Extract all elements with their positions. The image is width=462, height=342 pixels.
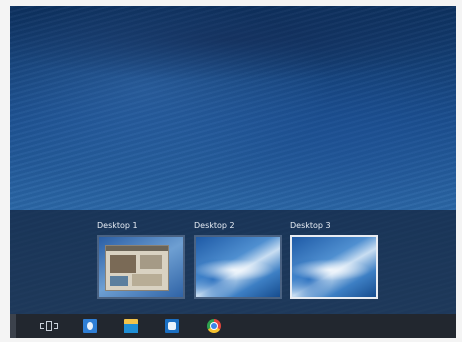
- thumbnail-wallpaper: [292, 237, 376, 297]
- mini-window-preview: [105, 245, 169, 291]
- screen: Desktop 1 Desktop 2 Desktop 3: [10, 6, 456, 338]
- task-view-button[interactable]: [38, 318, 60, 334]
- taskbar: [10, 314, 456, 338]
- task-view-icon: [40, 321, 58, 331]
- desktop-3-thumbnail[interactable]: [290, 235, 378, 299]
- file-explorer-icon: [124, 319, 138, 333]
- desktop-2-thumbnail[interactable]: [194, 235, 282, 299]
- desktop-2-label: Desktop 2: [194, 221, 235, 230]
- start-edge[interactable]: [10, 314, 16, 338]
- desktop-3-label: Desktop 3: [290, 221, 331, 230]
- internet-explorer-button[interactable]: [82, 318, 98, 334]
- file-explorer-button[interactable]: [123, 318, 139, 334]
- internet-explorer-icon: [83, 319, 97, 333]
- chrome-icon: [207, 319, 221, 333]
- desktop-1-label: Desktop 1: [97, 221, 138, 230]
- chrome-button[interactable]: [206, 318, 222, 334]
- thumbnail-wallpaper: [196, 237, 280, 297]
- task-view-desktops-strip: Desktop 1 Desktop 2 Desktop 3: [10, 210, 456, 314]
- outlook-button[interactable]: [164, 318, 180, 334]
- outlook-icon: [165, 319, 179, 333]
- desktop-1-thumbnail[interactable]: [97, 235, 185, 299]
